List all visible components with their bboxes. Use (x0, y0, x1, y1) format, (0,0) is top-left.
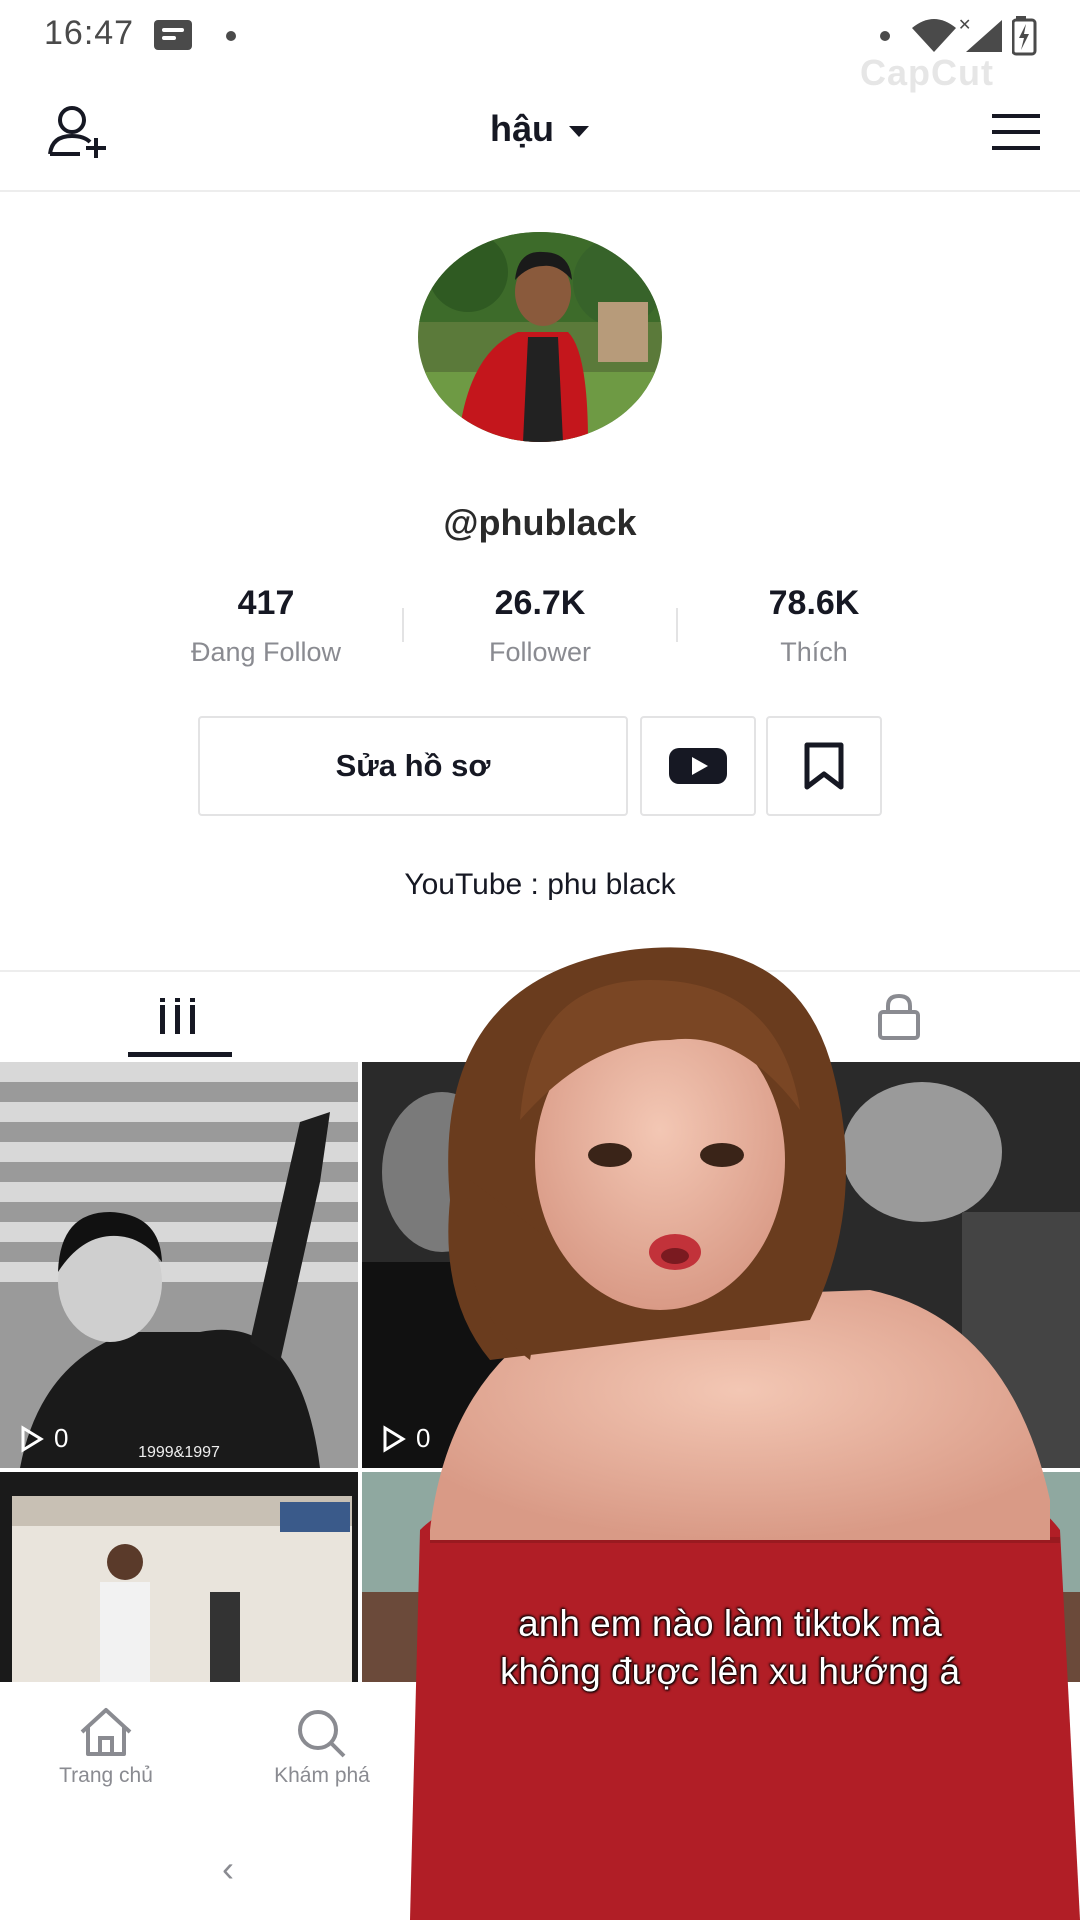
status-dot-icon (880, 31, 890, 41)
video-thumbnail[interactable]: 1999&1997 0 (0, 1062, 358, 1468)
status-time: 16:47 (44, 14, 135, 52)
stat-likes[interactable]: 78.6K Thích (694, 584, 934, 668)
notification-dot-icon (226, 31, 236, 41)
back-chevron-icon[interactable]: ‹ (222, 1848, 234, 1890)
play-icon (383, 1424, 406, 1453)
stat-following-value: 417 (237, 584, 295, 622)
profile-handle: @phublack (443, 502, 637, 543)
wifi-signal-icon: ✕ (912, 16, 1002, 52)
stat-likes-label: Thích (780, 637, 848, 667)
profile-header: hậu (0, 72, 1080, 192)
stat-followers[interactable]: 26.7K Follower (420, 584, 660, 668)
bookmark-icon (804, 742, 844, 790)
home-icon (80, 1708, 132, 1756)
caret-down-icon (569, 126, 590, 138)
youtube-button[interactable] (640, 716, 756, 816)
nav-home[interactable]: Trang chủ (6, 1706, 206, 1788)
video-thumbnail[interactable] (0, 1472, 358, 1682)
view-count: 0 (20, 1423, 68, 1454)
caption-line-1: anh em nào làm tiktok mà (518, 1603, 942, 1644)
overlay-video-person (410, 947, 1080, 1920)
stat-followers-label: Follower (488, 637, 592, 667)
tab-videos-grid-icon[interactable] (158, 996, 198, 1036)
nav-discover[interactable]: Khám phá (222, 1706, 422, 1788)
stat-followers-value: 26.7K (494, 584, 586, 622)
play-icon (21, 1424, 44, 1453)
edit-profile-button[interactable]: Sửa hồ sơ (198, 716, 628, 816)
menu-icon[interactable] (990, 112, 1042, 152)
tab-active-indicator (128, 1052, 232, 1057)
nav-discover-label: Khám phá (274, 1764, 370, 1787)
youtube-icon (669, 748, 727, 784)
nav-home-label: Trang chủ (59, 1764, 153, 1787)
stat-likes-value: 78.6K (768, 584, 860, 622)
svg-text:✕: ✕ (958, 16, 971, 34)
video-caption: anh em nào làm tiktok mà không được lên … (430, 1600, 1030, 1696)
account-switcher[interactable]: hậu (0, 108, 1080, 150)
stat-divider (676, 608, 678, 642)
stat-following-label: Đang Follow (190, 637, 342, 667)
view-count-value: 0 (54, 1423, 69, 1453)
avatar[interactable] (418, 232, 662, 442)
favorites-button[interactable] (766, 716, 882, 816)
profile-bio: YouTube : phu black (404, 868, 676, 901)
stat-divider (402, 608, 404, 642)
stat-following[interactable]: 417 Đang Follow (146, 584, 386, 668)
search-icon (298, 1710, 346, 1758)
caption-line-2: không được lên xu hướng á (499, 1651, 961, 1692)
username-label: hậu (489, 108, 554, 149)
battery-charging-icon (1012, 16, 1037, 56)
message-notification-icon (154, 20, 192, 50)
